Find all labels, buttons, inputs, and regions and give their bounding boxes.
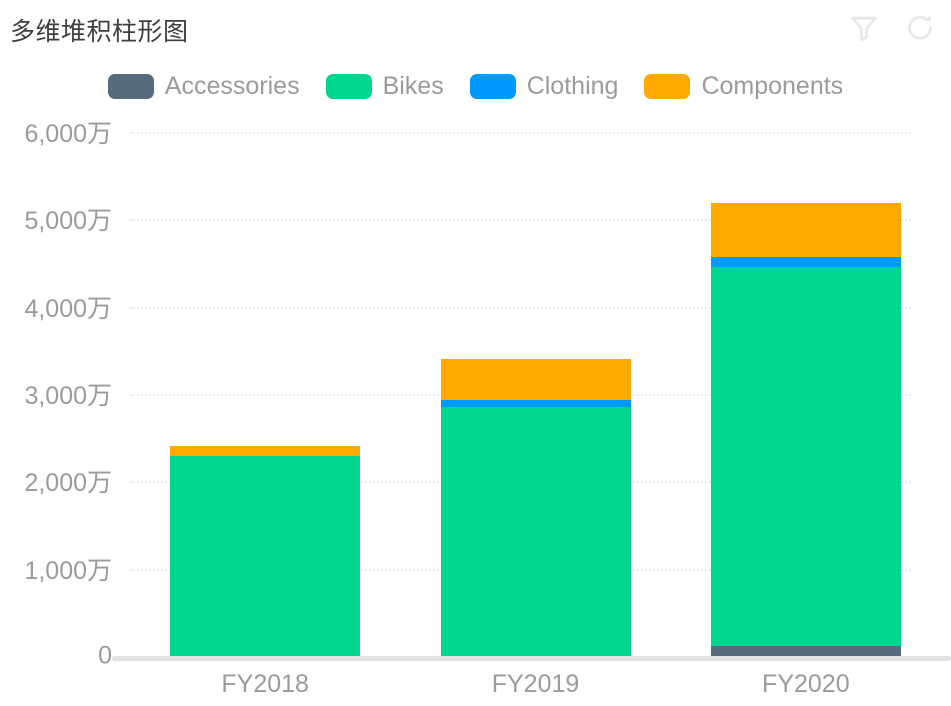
y-axis: 0 1,000万 2,000万 3,000万 4,000万 5,000万 6,000万 [0, 0, 112, 706]
bar-segment-components[interactable] [710, 202, 901, 257]
y-axis-tick-label: 6,000万 [24, 120, 112, 148]
bar-stack [710, 202, 901, 656]
y-axis-tick-label: 3,000万 [24, 382, 112, 410]
bar-segment-accessories[interactable] [710, 645, 901, 656]
bar-group-fy2018: FY2018 [170, 132, 361, 698]
x-axis-tick-label: FY2019 [491, 670, 580, 698]
bar-stack [440, 359, 631, 656]
chart-card: 多维堆积柱形图 Accessories Bikes Clothing Compo… [0, 0, 951, 706]
x-axis-tick-label: FY2018 [221, 670, 309, 698]
x-axis-line [112, 656, 951, 661]
bar-group-fy2020: FY2020 [710, 132, 901, 698]
bar-segment-bikes[interactable] [440, 407, 631, 656]
bar-group-fy2019: FY2019 [440, 132, 631, 698]
bar-stack [170, 445, 361, 656]
bar-segment-bikes[interactable] [710, 266, 901, 646]
y-axis-tick-label: 0 [98, 641, 112, 670]
bar-segment-clothing[interactable] [710, 256, 901, 267]
y-axis-tick-label: 2,000万 [24, 469, 112, 498]
bar-segment-clothing[interactable] [440, 400, 631, 408]
y-axis-tick-label: 5,000万 [24, 207, 112, 236]
bar-segment-bikes[interactable] [170, 456, 361, 656]
bar-segment-components[interactable] [440, 359, 631, 401]
plot-area: 0 1,000万 2,000万 3,000万 4,000万 5,000万 6,000万 FY… [0, 0, 951, 706]
bar-segment-components[interactable] [170, 445, 361, 457]
x-axis-tick-label: FY2020 [762, 670, 850, 698]
y-axis-tick-label: 4,000万 [24, 294, 112, 323]
y-axis-tick-label: 1,000万 [24, 556, 112, 585]
